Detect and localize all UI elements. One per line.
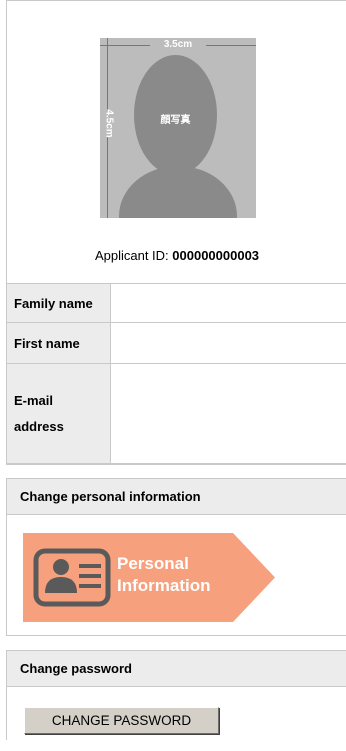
email-label-line1: E-mail — [14, 392, 54, 408]
change-password-card: Change password CHANGE PASSWORD — [6, 650, 346, 740]
first-name-label: First name — [7, 322, 111, 364]
personal-info-header: Change personal information — [7, 479, 346, 515]
family-name-value — [110, 283, 346, 323]
photo-placeholder: 顔写真 3.5cm 4.5cm — [100, 38, 256, 218]
table-row: Family name — [7, 283, 346, 323]
body-silhouette — [119, 166, 237, 218]
applicant-id-label: Applicant ID: — [94, 248, 169, 263]
applicant-info-table: Family name First name E-mail address — [7, 283, 346, 464]
personal-info-card: Change personal information Personal Inf… — [6, 478, 346, 636]
profile-card: 顔写真 3.5cm 4.5cm Applicant ID: 0000000000… — [6, 0, 346, 465]
email-value — [110, 363, 346, 464]
first-name-value — [110, 322, 346, 364]
change-password-header: Change password — [7, 651, 346, 687]
photo-face-label: 顔写真 — [160, 115, 191, 126]
badge-line1: Personal — [117, 554, 189, 573]
width-dimension-label: 3.5cm — [150, 39, 206, 50]
table-row: E-mail address — [7, 363, 346, 464]
personal-information-text: Personal Information — [117, 553, 211, 597]
applicant-id-row: Applicant ID: 000000000003 — [7, 248, 346, 263]
badge-line2: Information — [117, 576, 211, 595]
change-password-button[interactable]: CHANGE PASSWORD — [24, 707, 219, 734]
table-row: First name — [7, 322, 346, 364]
height-dimension-label: 4.5cm — [103, 109, 115, 138]
email-label-line2: address — [14, 418, 64, 434]
personal-information-button[interactable]: Personal Information — [23, 533, 275, 622]
email-label: E-mail address — [7, 363, 111, 464]
applicant-id-value: 000000000003 — [172, 248, 260, 263]
family-name-label: Family name — [7, 283, 111, 323]
